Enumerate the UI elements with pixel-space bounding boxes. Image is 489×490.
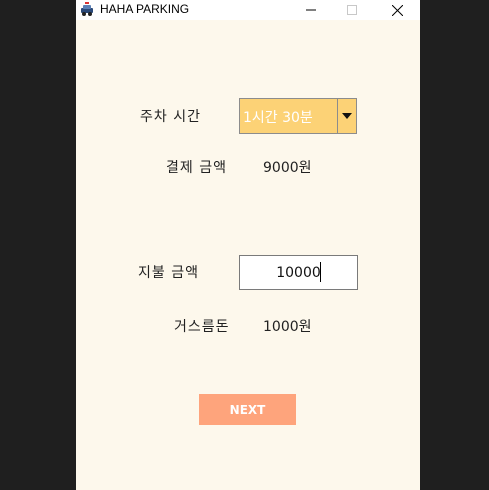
minimize-icon bbox=[306, 9, 316, 11]
parking-time-label: 주차 시간 bbox=[140, 109, 201, 125]
payment-amount-label: 결제 금액 bbox=[166, 160, 227, 176]
paid-amount-input[interactable] bbox=[239, 255, 358, 290]
change-label: 거스름돈 bbox=[174, 319, 230, 335]
parking-time-selected-value: 1시간 30분 bbox=[243, 110, 313, 126]
dropdown-button[interactable] bbox=[337, 99, 356, 133]
next-button[interactable]: NEXT bbox=[199, 394, 296, 425]
payment-amount-value: 9000원 bbox=[263, 160, 312, 176]
window-title: HAHA PARKING bbox=[100, 2, 190, 16]
parking-time-select[interactable]: 1시간 30분 bbox=[239, 98, 357, 134]
close-icon bbox=[391, 4, 403, 16]
maximize-icon bbox=[347, 5, 357, 15]
chevron-down-icon bbox=[342, 113, 352, 119]
car-icon bbox=[81, 2, 93, 16]
maximize-button[interactable] bbox=[337, 0, 367, 20]
title-bar[interactable]: HAHA PARKING bbox=[76, 0, 420, 20]
close-button[interactable] bbox=[382, 0, 412, 20]
text-caret bbox=[320, 262, 321, 282]
change-value: 1000원 bbox=[263, 319, 312, 335]
paid-amount-label: 지불 금액 bbox=[138, 265, 199, 281]
minimize-button[interactable] bbox=[296, 0, 326, 20]
app-window: HAHA PARKING 주차 시간 1시간 30분 결제 금액 9000원 지… bbox=[76, 0, 420, 490]
